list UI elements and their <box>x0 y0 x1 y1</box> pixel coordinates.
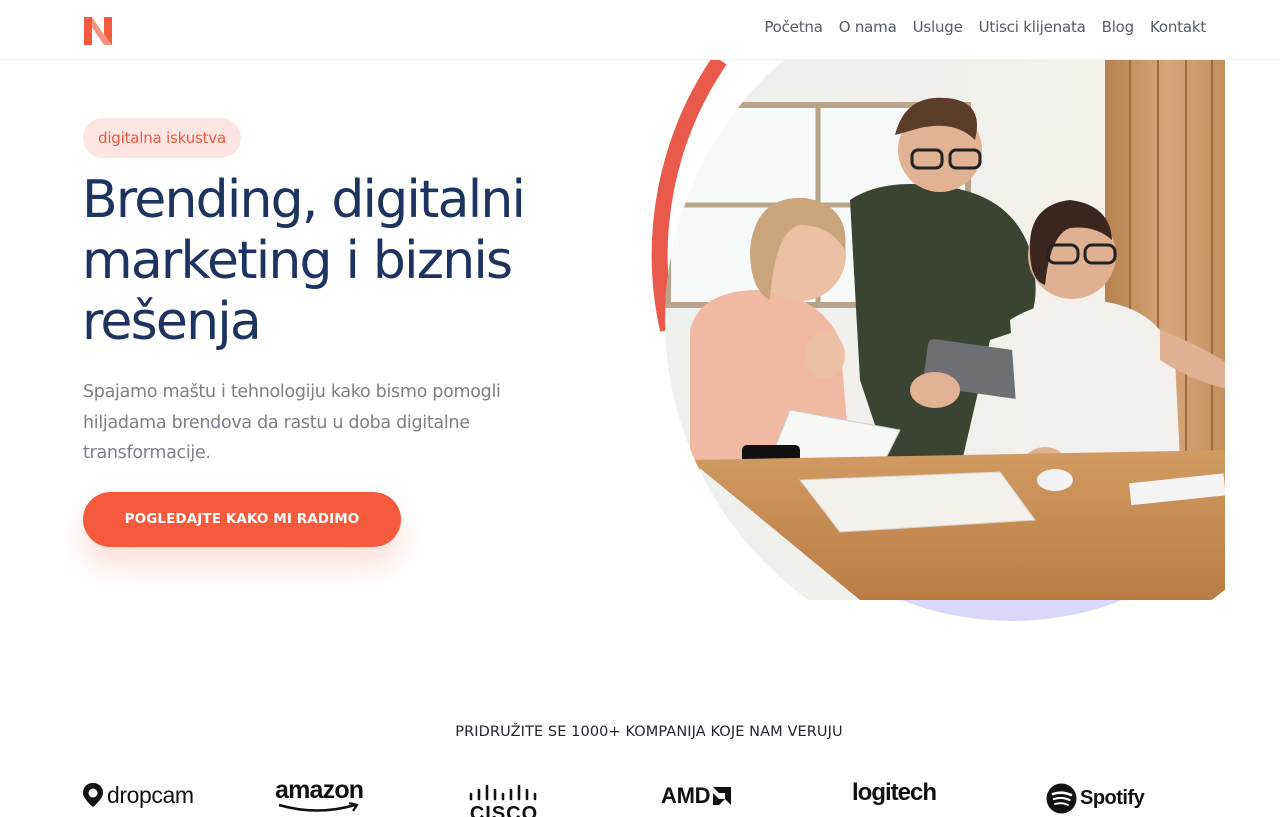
dropcam-logo: dropcam <box>82 782 194 817</box>
spotify-logo: Spotify <box>1046 783 1145 817</box>
nav-item-blog[interactable]: Blog <box>1102 18 1135 36</box>
trusted-title: PRIDRUŽITE SE 1000+ KOMPANIJA KOJE NAM V… <box>455 724 843 740</box>
amazon-logo: amazon <box>275 778 364 817</box>
nav-item-kontakt[interactable]: Kontakt <box>1150 18 1206 36</box>
nav-item-pocetna[interactable]: Početna <box>764 18 823 36</box>
hero-title-line2: marketing i biznis <box>82 231 513 291</box>
hero-subtitle-line3: transformacije. <box>83 443 211 463</box>
n-logo-icon[interactable] <box>82 15 114 47</box>
hero-subtitle: Spajamo maštu i tehnologiju kako bismo p… <box>83 377 573 469</box>
spotify-circle-icon <box>1046 783 1077 814</box>
site-header: Početna O nama Usluge Utisci klijenata B… <box>0 0 1280 60</box>
main-nav: Početna O nama Usluge Utisci klijenata B… <box>764 18 1206 36</box>
partner-logos: dropcam amazon CISCO AMD logitech Spotif… <box>0 770 1280 817</box>
nav-item-o-nama[interactable]: O nama <box>839 18 897 36</box>
amd-arrow-icon <box>713 787 732 805</box>
hero-subtitle-line2: hiljadama brendova da rastu u doba digit… <box>83 412 470 433</box>
logitech-logo: logitech <box>852 779 937 806</box>
nav-item-usluge[interactable]: Usluge <box>913 18 963 36</box>
cta-button[interactable]: POGLEDAJTE KAKO MI RADIMO <box>83 492 401 547</box>
hero-title-line3: rešenja <box>82 292 262 352</box>
hero-title-line1: Brending, digitalni <box>82 170 526 230</box>
cisco-bars-icon <box>469 784 537 801</box>
nav-item-utisci[interactable]: Utisci klijenata <box>979 18 1086 36</box>
amd-logo: AMD <box>661 785 733 817</box>
hero-title: Brending, digitalni marketing i biznis r… <box>82 170 622 353</box>
hero-subtitle-line1: Spajamo maštu i tehnologiju kako bismo p… <box>83 382 501 402</box>
hero-badge: digitalna iskustva <box>83 118 241 158</box>
dropcam-pin-icon <box>83 783 103 807</box>
cisco-logo: CISCO <box>468 784 540 817</box>
amazon-smile-icon <box>278 802 359 812</box>
